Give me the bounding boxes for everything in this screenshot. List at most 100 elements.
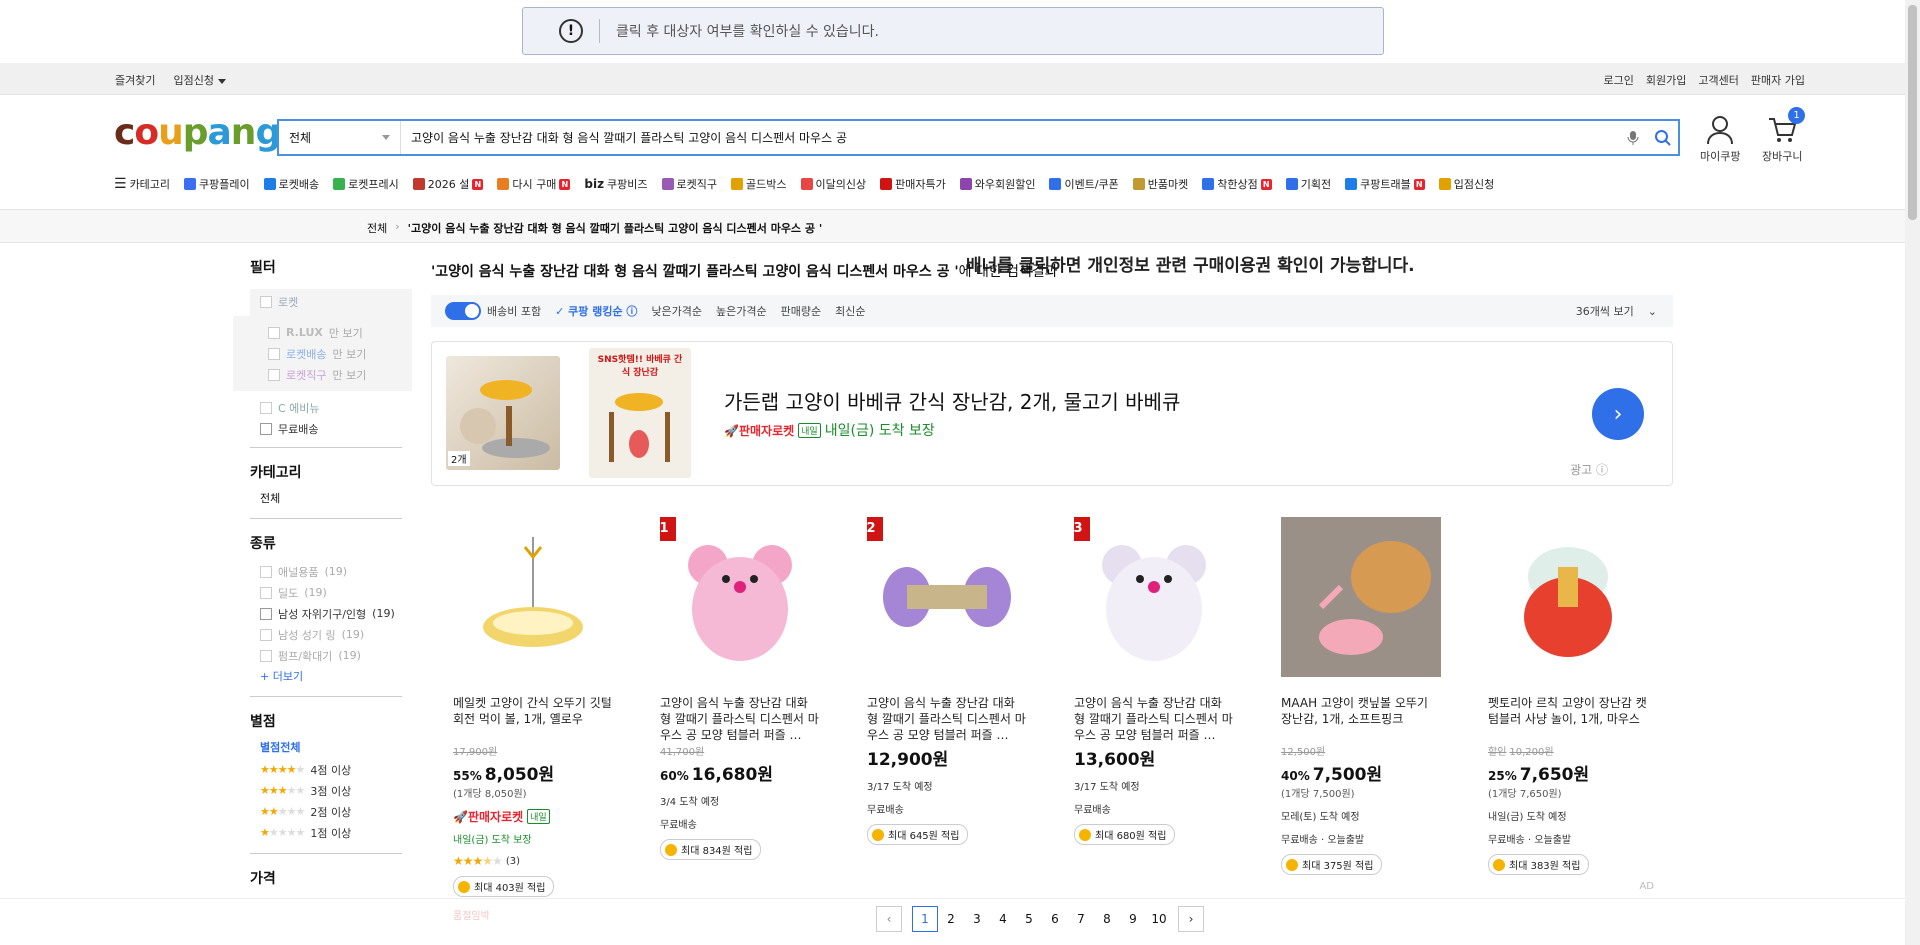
- sort-low-price[interactable]: 낮은가격순: [651, 303, 702, 319]
- product-card[interactable]: 2 고양이 음식 누출 장난감 대화 형 깔때기 플라스틱 디스펜서 마우스 공 …: [845, 517, 1027, 845]
- shipping-toggle-label: 배송비 포함: [487, 305, 542, 318]
- page-number[interactable]: 4: [990, 906, 1016, 932]
- new-badge: N: [1260, 178, 1272, 190]
- nav-item-11[interactable]: 와우회원할인: [959, 176, 1035, 192]
- microphone-icon[interactable]: [1618, 130, 1648, 146]
- nav-item-7[interactable]: 로켓직구: [661, 176, 718, 192]
- nav-item-9[interactable]: 이달의신상: [800, 176, 866, 192]
- ad-next-button[interactable]: ›: [1592, 388, 1644, 440]
- rlux-filter-checkbox[interactable]: R.LUX 만 보기: [268, 322, 412, 343]
- nav-item-3[interactable]: 로켓프레시: [333, 176, 399, 192]
- nav-icon: [880, 178, 893, 190]
- page-number[interactable]: 7: [1068, 906, 1094, 932]
- product-card[interactable]: 펫토리아 르칙 고양이 장난감 캣 텀블러 사냥 놀이, 1개, 마우스 할인 10…: [1466, 517, 1654, 892]
- page-number[interactable]: 8: [1094, 906, 1120, 932]
- search-category-select[interactable]: 전체: [279, 121, 401, 154]
- nav-label: 로켓직구: [676, 178, 718, 191]
- nav-item-0[interactable]: ☰ 카테고리: [114, 176, 170, 192]
- rating-all[interactable]: 별점전체: [233, 739, 412, 755]
- page-number[interactable]: 2: [938, 906, 964, 932]
- seller-signup-link[interactable]: 판매자 가입: [1751, 72, 1805, 88]
- nav-item-12[interactable]: 이벤트/쿠폰: [1049, 176, 1119, 192]
- page-number[interactable]: 1: [912, 906, 938, 932]
- nav-item-17[interactable]: 입점신청: [1438, 176, 1494, 192]
- sort-ranking[interactable]: ✓ 쿠팡 랭킹순 ⓘ: [555, 303, 637, 319]
- filter-title: 필터: [250, 260, 276, 276]
- kind-filter-checkbox[interactable]: 남성 성기 링 (19): [260, 624, 412, 645]
- product-card[interactable]: 1 고양이 음식 누출 장난감 대화 형 깔때기 플라스틱 디스펜서 마우스 공 …: [638, 517, 819, 860]
- search-icon[interactable]: [1648, 129, 1678, 147]
- ad-delivery: 🚀판매자로켓 내일 내일(금) 도착 보장: [724, 422, 935, 439]
- ebenue-filter-checkbox[interactable]: C 에비뉴: [260, 397, 412, 418]
- nav-item-10[interactable]: 판매자특가: [880, 176, 946, 192]
- delivery-estimate: 3/4 도착 예정: [660, 797, 720, 808]
- ad-banner[interactable]: 2개 SNS핫템!! 바베큐 간식 장난감 가든랩 고양이 바베큐 간식 장난감…: [431, 341, 1673, 486]
- page-number[interactable]: 5: [1016, 906, 1042, 932]
- search-input[interactable]: [401, 130, 1618, 145]
- nav-item-13[interactable]: 반품마켓: [1132, 176, 1188, 192]
- privacy-banner[interactable]: ! 배너를 클릭하면 개인정보 관련 구매이용권 확인이 가능합니다. 클릭 후…: [522, 7, 1415, 276]
- kind-filter-checkbox[interactable]: 딜도 (19): [260, 582, 412, 603]
- nav-item-1[interactable]: 쿠팡플레이: [184, 176, 250, 192]
- nav-icon: [1345, 178, 1358, 190]
- ad-label: 광고 ⓘ: [1570, 463, 1608, 477]
- rocket-delivery-filter-checkbox[interactable]: 로켓배송 만 보기: [268, 343, 412, 364]
- login-link[interactable]: 로그인: [1604, 72, 1634, 88]
- bookmark-link[interactable]: 즐겨찾기: [115, 72, 155, 88]
- rating-filter-4[interactable]: ★★★★★ 4점 이상: [260, 759, 412, 780]
- my-coupang-button[interactable]: 마이쿠팡: [1700, 115, 1740, 164]
- arrival-guarantee: 내일(금) 도착 보장: [453, 835, 532, 846]
- scrollbar[interactable]: [1905, 0, 1920, 945]
- prev-page-button[interactable]: ‹: [876, 906, 902, 932]
- free-shipping-checkbox[interactable]: 무료배송: [260, 418, 412, 439]
- category-all[interactable]: 전체: [233, 490, 412, 506]
- product-image: 2: [867, 517, 1027, 677]
- shipping-info: 무료배송 · 오늘출발: [1488, 835, 1572, 846]
- kind-filter-checkbox[interactable]: 애널용품 (19): [260, 561, 412, 582]
- page-number[interactable]: 10: [1146, 906, 1172, 932]
- breadcrumb-root[interactable]: 전체: [367, 220, 387, 236]
- kind-filter-checkbox[interactable]: 남성 자위기구/인형 (19): [260, 603, 412, 624]
- nav-icon: [1202, 178, 1215, 190]
- rating-filter-2[interactable]: ★★★★★ 2점 이상: [260, 801, 412, 822]
- rating-filter-1[interactable]: ★★★★★ 1점 이상: [260, 822, 412, 843]
- nav-label: 쿠팡플레이: [199, 178, 250, 191]
- product-card[interactable]: MAAH 고양이 캣닢볼 오뚜기 장난감, 1개, 소프트핑크 12,500원 40…: [1259, 517, 1441, 875]
- next-page-button[interactable]: ›: [1178, 906, 1204, 932]
- nav-label: 골드박스: [746, 178, 787, 191]
- rocket-direct-filter-checkbox[interactable]: 로켓직구 만 보기: [268, 364, 412, 385]
- nav-item-8[interactable]: 골드박스: [731, 176, 787, 192]
- price-row: 60% 16,680원: [660, 760, 818, 785]
- nav-item-2[interactable]: 로켓배송: [263, 176, 319, 192]
- sale-price: 12,900원: [867, 750, 949, 770]
- nav-item-16[interactable]: 쿠팡트래블 N: [1345, 176, 1425, 192]
- page-number[interactable]: 3: [964, 906, 990, 932]
- sort-high-price[interactable]: 높은가격순: [716, 303, 767, 319]
- view-count-select[interactable]: 36개씩 보기: [1576, 303, 1634, 319]
- product-card[interactable]: 3 고양이 음식 누출 장난감 대화 형 깔때기 플라스틱 디스펜서 마우스 공 …: [1052, 517, 1233, 845]
- shipping-toggle[interactable]: [445, 302, 481, 320]
- nav-item-6[interactable]: biz 쿠팡비즈: [584, 176, 647, 192]
- rocket-filter-checkbox[interactable]: 로켓: [260, 291, 412, 312]
- sort-sales[interactable]: 판매량순: [781, 303, 821, 319]
- kind-filter-checkbox[interactable]: 펌프/확대기 (19): [260, 645, 412, 666]
- rating-filter-3[interactable]: ★★★★★ 3점 이상: [260, 780, 412, 801]
- more-link[interactable]: + 더보기: [233, 668, 412, 684]
- nav-item-5[interactable]: 다시 구매 N: [497, 176, 571, 192]
- page-number[interactable]: 9: [1120, 906, 1146, 932]
- nav-item-14[interactable]: 착한상점 N: [1202, 176, 1272, 192]
- nav-item-15[interactable]: 기획전: [1285, 176, 1331, 192]
- sale-price: 16,680원: [691, 765, 773, 785]
- user-icon: [1707, 116, 1734, 145]
- chevron-down-icon[interactable]: ⌄: [1648, 305, 1657, 318]
- sort-newest[interactable]: 최신순: [835, 303, 865, 319]
- product-title: 고양이 음식 누출 장난감 대화 형 깔때기 플라스틱 디스펜서 마우스 공 모…: [867, 696, 1026, 742]
- nav-item-4[interactable]: 2026 설N: [412, 176, 484, 192]
- signup-link[interactable]: 회원가입: [1646, 72, 1686, 88]
- seller-apply-menu[interactable]: 입점신청: [173, 72, 226, 88]
- product-card[interactable]: 메일켓 고양이 간식 오뚜기 깃털 회전 먹이 볼, 1개, 옐로우 17,900…: [431, 517, 612, 922]
- customer-center-link[interactable]: 고객센터: [1698, 72, 1738, 88]
- page-number[interactable]: 6: [1042, 906, 1068, 932]
- coupang-logo[interactable]: coupang: [114, 112, 281, 153]
- shipping-info: 무료배송: [1074, 805, 1111, 816]
